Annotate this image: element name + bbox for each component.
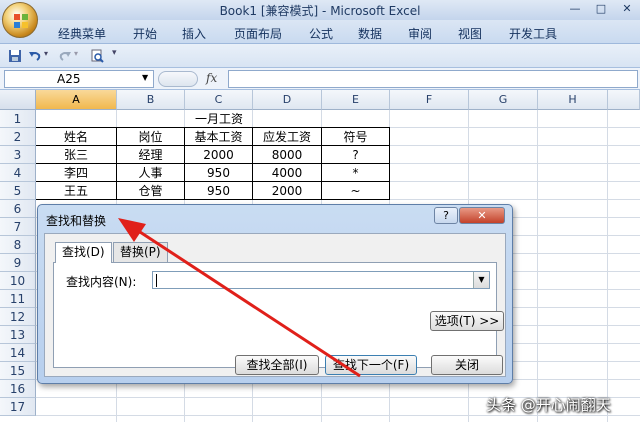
watermark: 头条 @开心闹翻天 — [486, 396, 611, 414]
undo-dropdown-icon[interactable]: ▾ — [44, 49, 48, 58]
formula-input[interactable] — [228, 70, 638, 88]
data-cell[interactable]: 8000 — [253, 146, 321, 164]
find-all-button[interactable]: 查找全部(I) — [235, 355, 319, 375]
help-button[interactable]: ? — [434, 207, 458, 224]
data-cell[interactable]: ~ — [322, 182, 389, 200]
tab-review[interactable]: 审阅 — [408, 25, 432, 42]
data-cell[interactable]: 2000 — [253, 182, 321, 200]
data-cell[interactable]: 950 — [185, 164, 252, 182]
ribbon-tabs: 经典菜单 开始 插入 页面布局 公式 数据 审阅 视图 开发工具 — [0, 20, 640, 44]
close-window-button[interactable]: ✕ — [614, 0, 640, 18]
select-all-corner[interactable] — [0, 90, 36, 110]
close-button[interactable]: 关闭 — [431, 355, 503, 375]
data-cell[interactable]: 4000 — [253, 164, 321, 182]
tab-home[interactable]: 开始 — [133, 25, 157, 42]
row-header-8[interactable]: 8 — [0, 236, 36, 254]
row-header-13[interactable]: 13 — [0, 326, 36, 344]
header-cell-gross-salary[interactable]: 应发工资 — [253, 128, 321, 146]
column-header-b[interactable]: B — [117, 90, 185, 110]
data-cell[interactable]: 经理 — [117, 146, 184, 164]
tab-developer[interactable]: 开发工具 — [509, 25, 557, 42]
find-what-input[interactable]: ▼ — [152, 271, 490, 289]
header-cell-position[interactable]: 岗位 — [117, 128, 184, 146]
row-header-4[interactable]: 4 — [0, 164, 36, 182]
row-header-14[interactable]: 14 — [0, 344, 36, 362]
data-cell[interactable]: ? — [322, 146, 389, 164]
dialog-body: 查找(D) 替换(P) 查找内容(N): ▼ 选项(T) >> 查找全部(I) … — [44, 233, 506, 377]
office-button[interactable] — [2, 2, 38, 38]
insert-function-icon[interactable]: fx — [206, 71, 217, 85]
tab-find[interactable]: 查找(D) — [55, 242, 112, 263]
column-header-e[interactable]: E — [322, 90, 390, 110]
row-header-6[interactable]: 6 — [0, 200, 36, 218]
row-header-12[interactable]: 12 — [0, 308, 36, 326]
window-title: Book1 [兼容模式] - Microsoft Excel — [219, 4, 421, 18]
find-tab-panel: 查找内容(N): ▼ 选项(T) >> — [53, 262, 504, 368]
row-header-9[interactable]: 9 — [0, 254, 36, 272]
column-header-h[interactable]: H — [538, 90, 608, 110]
tab-data[interactable]: 数据 — [358, 25, 382, 42]
minimize-button[interactable]: — — [562, 0, 588, 18]
header-cell-name[interactable]: 姓名 — [36, 128, 116, 146]
formula-bar-divider[interactable] — [158, 71, 198, 87]
redo-dropdown-icon[interactable]: ▾ — [74, 49, 78, 58]
row-header-10[interactable]: 10 — [0, 272, 36, 290]
row-header-15[interactable]: 15 — [0, 362, 36, 380]
column-header-f[interactable]: F — [390, 90, 469, 110]
data-cell[interactable]: 张三 — [36, 146, 116, 164]
find-replace-dialog: 查找和替换 ? ✕ 查找(D) 替换(P) 查找内容(N): ▼ 选项(T) >… — [37, 204, 513, 384]
data-cell[interactable]: 李四 — [36, 164, 116, 182]
row-header-11[interactable]: 11 — [0, 290, 36, 308]
tab-page-layout[interactable]: 页面布局 — [234, 25, 282, 42]
dialog-title: 查找和替换 — [46, 214, 107, 228]
data-cell[interactable]: * — [322, 164, 389, 182]
redo-icon[interactable] — [58, 49, 72, 63]
customize-toolbar-icon[interactable]: ▾ — [112, 48, 117, 58]
name-box-dropdown-icon[interactable]: ▼ — [142, 73, 148, 82]
row-header-7[interactable]: 7 — [0, 218, 36, 236]
options-button[interactable]: 选项(T) >> — [430, 311, 504, 331]
column-header-a[interactable]: A — [36, 90, 117, 110]
row-header-5[interactable]: 5 — [0, 182, 36, 200]
undo-icon[interactable] — [28, 49, 42, 63]
tab-insert[interactable]: 插入 — [182, 25, 206, 42]
data-cell[interactable]: 王五 — [36, 182, 116, 200]
office-logo-icon — [14, 14, 28, 28]
find-what-label: 查找内容(N): — [66, 275, 137, 289]
formula-bar: A25 ▼ fx — [0, 68, 640, 90]
maximize-button[interactable]: □ — [588, 0, 614, 18]
print-preview-icon[interactable] — [90, 49, 104, 63]
excel-window: Book1 [兼容模式] - Microsoft Excel — □ ✕ 经典菜… — [0, 0, 640, 422]
dialog-close-icon[interactable]: ✕ — [459, 207, 505, 224]
data-cell[interactable]: 仓管 — [117, 182, 184, 200]
tab-replace[interactable]: 替换(P) — [113, 242, 168, 262]
tab-view[interactable]: 视图 — [458, 25, 482, 42]
row-header-2[interactable]: 2 — [0, 128, 36, 146]
text-caret — [156, 274, 157, 287]
header-cell-symbol[interactable]: 符号 — [322, 128, 389, 146]
column-header-i[interactable] — [608, 90, 640, 110]
title-bar: Book1 [兼容模式] - Microsoft Excel — □ ✕ — [0, 0, 640, 20]
find-next-button[interactable]: 查找下一个(F) — [325, 355, 417, 375]
tab-classic-menu[interactable]: 经典菜单 — [58, 25, 106, 42]
column-header-d[interactable]: D — [253, 90, 322, 110]
quick-access-toolbar: ▾ ▾ ▾ — [0, 44, 640, 68]
column-header-g[interactable]: G — [469, 90, 538, 110]
data-cell[interactable]: 950 — [185, 182, 252, 200]
save-icon[interactable] — [8, 49, 22, 63]
row-header-3[interactable]: 3 — [0, 146, 36, 164]
data-cell[interactable]: 2000 — [185, 146, 252, 164]
find-history-dropdown-icon[interactable]: ▼ — [473, 272, 489, 288]
tab-formulas[interactable]: 公式 — [309, 25, 333, 42]
header-cell-base-salary[interactable]: 基本工资 — [185, 128, 252, 146]
row-header-17[interactable]: 17 — [0, 398, 36, 416]
data-cell[interactable]: 人事 — [117, 164, 184, 182]
sheet-title-cell[interactable]: 一月工资 — [117, 110, 321, 128]
row-header-1[interactable]: 1 — [0, 110, 36, 128]
column-header-c[interactable]: C — [185, 90, 253, 110]
name-box[interactable]: A25 — [4, 70, 154, 88]
row-header-16[interactable]: 16 — [0, 380, 36, 398]
